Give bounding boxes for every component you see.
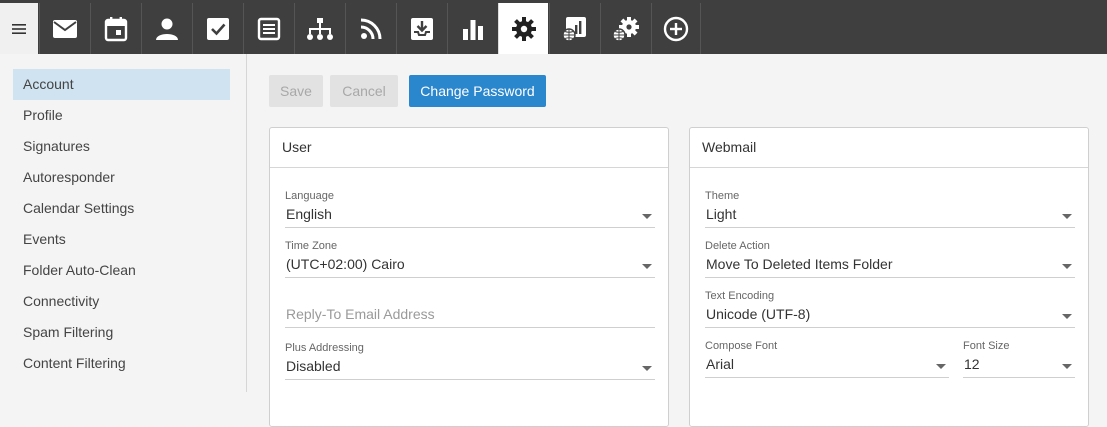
text-encoding-select[interactable]: Text Encoding Unicode (UTF-8) [705, 290, 1075, 328]
add-circle-icon [663, 16, 689, 41]
main-content: Save Cancel Change Password User Languag… [247, 54, 1107, 427]
sitemap-icon [306, 17, 333, 40]
field-underline [963, 377, 1075, 378]
user-card: User Language English Time Zone (UTC+02:… [269, 127, 669, 427]
field-underline [285, 327, 655, 328]
field-underline [285, 379, 655, 380]
save-button[interactable]: Save [269, 75, 323, 107]
cancel-button[interactable]: Cancel [330, 75, 398, 107]
sidebar-item-folder-auto-clean[interactable]: Folder Auto-Clean [13, 255, 230, 286]
sidebar-item-spam-filtering[interactable]: Spam Filtering [13, 317, 230, 348]
chevron-down-icon [642, 214, 652, 219]
delete-action-select[interactable]: Delete Action Move To Deleted Items Fold… [705, 240, 1075, 278]
notes-icon [257, 17, 280, 40]
notes-button[interactable] [243, 3, 293, 54]
plus-addressing-label: Plus Addressing [285, 342, 364, 354]
chevron-down-icon [642, 366, 652, 371]
rss-icon [360, 18, 381, 39]
language-value: English [286, 206, 332, 222]
language-select[interactable]: Language English [285, 190, 655, 228]
plus-addressing-value: Disabled [286, 358, 341, 374]
domain-settings-button[interactable] [600, 3, 650, 54]
timezone-label: Time Zone [285, 240, 338, 252]
menu-icon [12, 23, 26, 34]
settings-sidebar: Account Profile Signatures Autoresponder… [0, 54, 247, 392]
top-toolbar [0, 0, 1107, 54]
calendar-button[interactable] [90, 3, 140, 54]
user-card-title: User [270, 128, 668, 168]
theme-value: Light [706, 206, 737, 222]
font-size-label: Font Size [963, 340, 1010, 352]
field-underline [705, 277, 1075, 278]
field-underline [705, 327, 1075, 328]
timezone-select[interactable]: Time Zone (UTC+02:00) Cairo [285, 240, 655, 278]
inbox-download-icon [410, 17, 433, 40]
compose-font-value: Arial [706, 356, 735, 372]
reports-icon [462, 19, 483, 40]
text-encoding-label: Text Encoding [705, 290, 775, 302]
sitemap-button[interactable] [294, 3, 344, 54]
sidebar-item-profile[interactable]: Profile [13, 100, 230, 131]
chevron-down-icon [642, 264, 652, 269]
mail-icon [52, 19, 77, 38]
sidebar-item-content-filtering[interactable]: Content Filtering [13, 348, 230, 379]
domain-reports-button[interactable] [549, 3, 599, 54]
delete-action-value: Move To Deleted Items Folder [706, 256, 893, 272]
webmail-card: Webmail Theme Light Delete Action Move T… [689, 127, 1089, 427]
chevron-down-icon [1062, 314, 1072, 319]
menu-button[interactable] [0, 3, 38, 54]
domain-settings-icon [611, 16, 639, 42]
delete-action-label: Delete Action [705, 240, 770, 252]
contacts-button[interactable] [141, 3, 191, 54]
reply-to-email-input[interactable]: Reply-To Email Address [285, 290, 655, 328]
sidebar-item-autoresponder[interactable]: Autoresponder [13, 162, 230, 193]
domain-reports-icon [561, 16, 586, 42]
sidebar-item-events[interactable]: Events [13, 224, 230, 255]
webmail-card-title: Webmail [690, 128, 1088, 168]
compose-font-select[interactable]: Compose Font Arial [705, 340, 949, 378]
contacts-icon [155, 18, 178, 40]
text-encoding-value: Unicode (UTF-8) [706, 306, 811, 322]
theme-select[interactable]: Theme Light [705, 190, 1075, 228]
inbox-download-button[interactable] [396, 3, 446, 54]
calendar-icon [104, 16, 127, 41]
plus-addressing-select[interactable]: Plus Addressing Disabled [285, 342, 655, 380]
field-underline [705, 227, 1075, 228]
compose-font-label: Compose Font [705, 340, 778, 352]
settings-gear-icon [511, 16, 536, 41]
tasks-button[interactable] [192, 3, 242, 54]
chevron-down-icon [936, 364, 946, 369]
sidebar-item-connectivity[interactable]: Connectivity [13, 286, 230, 317]
font-size-value: 12 [964, 356, 980, 372]
tasks-icon [206, 17, 229, 40]
chevron-down-icon [1062, 364, 1072, 369]
reports-button[interactable] [447, 3, 497, 54]
font-size-select[interactable]: Font Size 12 [963, 340, 1075, 378]
sidebar-item-signatures[interactable]: Signatures [13, 131, 230, 162]
field-underline [285, 227, 655, 228]
chevron-down-icon [1062, 264, 1072, 269]
sidebar-item-calendar-settings[interactable]: Calendar Settings [13, 193, 230, 224]
field-underline [285, 277, 655, 278]
change-password-button[interactable]: Change Password [409, 75, 546, 107]
timezone-value: (UTC+02:00) Cairo [286, 256, 405, 272]
mail-button[interactable] [39, 3, 89, 54]
reply-to-placeholder: Reply-To Email Address [286, 306, 435, 322]
add-button[interactable] [651, 3, 701, 54]
chevron-down-icon [1062, 214, 1072, 219]
language-label: Language [285, 190, 334, 202]
field-underline [705, 377, 949, 378]
rss-button[interactable] [345, 3, 395, 54]
settings-button[interactable] [498, 3, 548, 54]
sidebar-item-account[interactable]: Account [13, 69, 230, 100]
theme-label: Theme [705, 190, 740, 202]
